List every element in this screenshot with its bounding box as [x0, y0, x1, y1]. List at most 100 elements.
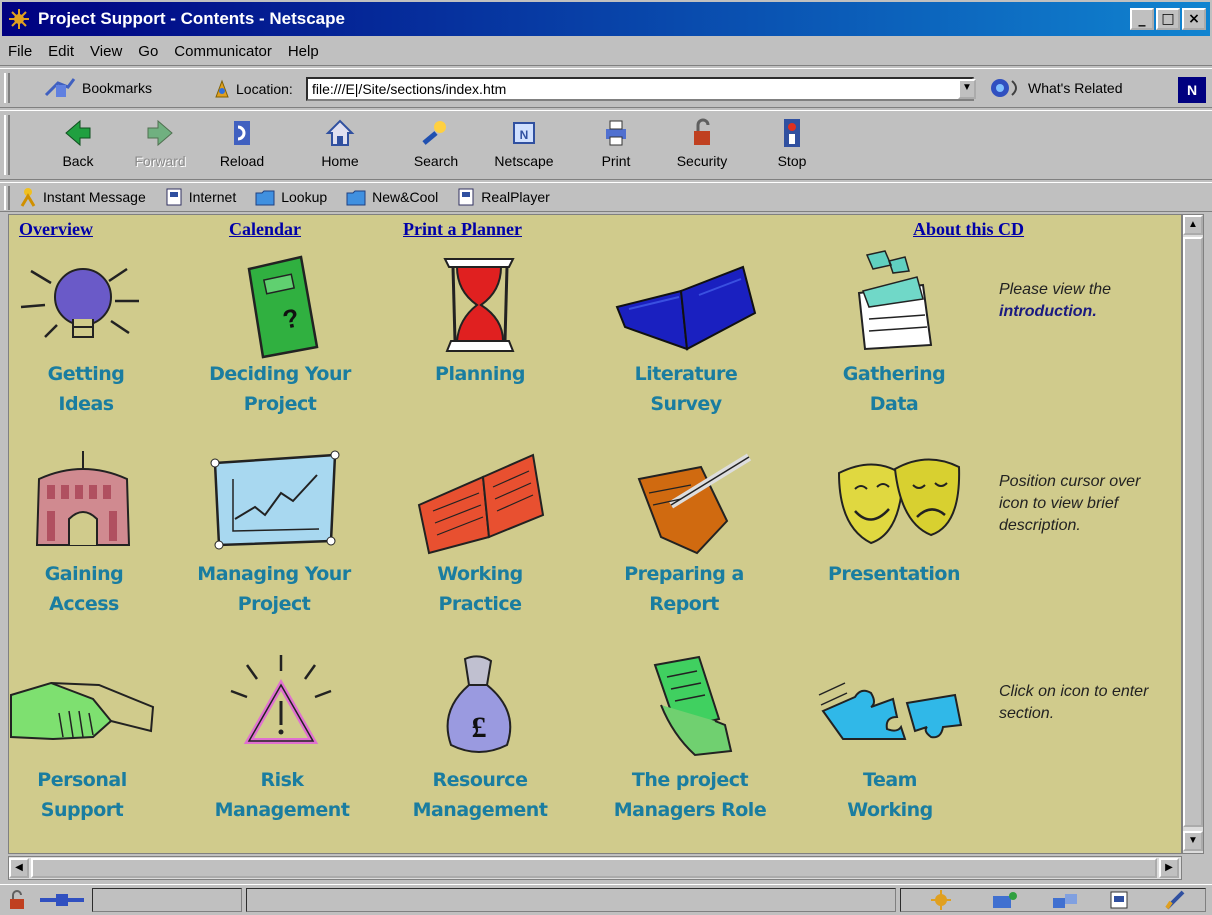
print-planner-link[interactable]: Print a Planner — [403, 219, 522, 240]
hand-with-document-icon — [653, 655, 733, 757]
section-gathering-data[interactable]: Gathering Data — [799, 249, 989, 419]
print-button[interactable]: Print — [578, 117, 654, 177]
section-gaining-access[interactable]: Gaining Access — [9, 449, 179, 619]
status-text-cell — [246, 888, 896, 912]
netscape-icon — [9, 9, 29, 29]
internet-bookmark[interactable]: Internet — [164, 187, 236, 207]
section-label: Working — [437, 563, 523, 585]
toolbar-grip[interactable] — [4, 115, 10, 175]
section-personal-support[interactable]: Personal Support — [9, 655, 177, 825]
mail-icon[interactable] — [991, 890, 1019, 910]
padlock-icon — [694, 118, 710, 145]
menu-go[interactable]: Go — [138, 43, 158, 60]
bookmarks-button[interactable]: Bookmarks — [44, 77, 152, 99]
menu-view[interactable]: View — [90, 43, 122, 60]
section-label: Literature — [634, 363, 738, 385]
reload-button[interactable]: Reload — [204, 117, 280, 177]
calendar-link[interactable]: Calendar — [229, 219, 301, 240]
section-literature-survey[interactable]: Literature Survey — [591, 249, 781, 419]
overview-link[interactable]: Overview — [19, 219, 93, 240]
section-working-practice[interactable]: Working Practice — [385, 449, 575, 619]
scroll-left-button[interactable]: ◀ — [9, 858, 29, 878]
personal-toolbar: Instant Message Internet Lookup New&Cool… — [0, 182, 1212, 212]
back-arrow-icon — [65, 119, 91, 147]
url-input[interactable] — [306, 77, 974, 101]
section-preparing-report[interactable]: Preparing a Report — [589, 449, 779, 619]
toolbar-grip[interactable] — [4, 73, 10, 103]
security-lock-icon[interactable] — [6, 890, 30, 910]
section-resource-management[interactable]: £ Resource Management — [385, 655, 575, 825]
section-deciding-your-project[interactable]: ? Deciding Your Project — [185, 249, 375, 419]
section-label: Data — [869, 393, 919, 415]
navigator-icon[interactable] — [929, 890, 953, 910]
section-label: Gaining — [44, 563, 124, 585]
handshake-icon — [10, 681, 155, 741]
horizontal-scroll-thumb[interactable] — [31, 858, 1157, 878]
browser-window: Project Support - Contents - Netscape _ … — [0, 0, 1212, 915]
theatre-masks-icon — [837, 458, 961, 545]
section-team-working[interactable]: Team Working — [795, 655, 985, 825]
section-project-managers-role[interactable]: The project Managers Role — [595, 655, 785, 825]
menu-help[interactable]: Help — [288, 43, 319, 60]
introduction-link[interactable]: introduction. — [999, 303, 1097, 320]
navigation-toolbar: Back Forward Reload Home Search N Netsca… — [0, 110, 1212, 180]
minimize-button[interactable]: _ — [1130, 8, 1154, 30]
close-button[interactable]: × — [1182, 8, 1206, 30]
lightbulb-icon — [20, 267, 139, 338]
reload-icon — [234, 121, 250, 145]
menu-edit[interactable]: Edit — [48, 43, 74, 60]
scroll-right-button[interactable]: ▶ — [1159, 858, 1179, 878]
folder-icon — [255, 190, 275, 206]
question-book-icon: ? — [247, 255, 319, 359]
horizontal-scrollbar[interactable]: ◀ ▶ — [8, 856, 1182, 880]
section-label: Planning — [435, 363, 525, 385]
stop-button[interactable]: Stop — [754, 117, 830, 177]
menu-file[interactable]: File — [8, 43, 32, 60]
netscape-n-icon: N — [513, 122, 535, 144]
menu-communicator[interactable]: Communicator — [174, 43, 272, 60]
about-cd-link[interactable]: About this CD — [913, 219, 1024, 240]
netscape-logo[interactable]: N — [1178, 77, 1206, 103]
pen-paper-icon — [637, 453, 752, 555]
address-book-icon[interactable] — [1107, 890, 1131, 910]
bookmark-page-icon — [458, 188, 474, 206]
section-planning[interactable]: Planning — [385, 249, 575, 389]
section-label: Managers Role — [613, 799, 767, 821]
newcool-folder[interactable]: New&Cool — [345, 187, 438, 207]
scroll-up-button[interactable]: ▲ — [1183, 215, 1203, 235]
search-button[interactable]: Search — [398, 117, 474, 177]
netscape-button[interactable]: N Netscape — [486, 117, 562, 177]
newsgroups-icon[interactable] — [1051, 890, 1079, 910]
forward-button[interactable]: Forward — [122, 117, 198, 177]
composer-icon[interactable] — [1163, 890, 1189, 910]
location-label: Location: — [212, 79, 293, 99]
toolbar-grip[interactable] — [4, 186, 10, 210]
stop-icon — [784, 119, 800, 147]
home-button[interactable]: Home — [302, 117, 378, 177]
intro-note: Please view the introduction. — [999, 281, 1112, 320]
vertical-scrollbar[interactable]: ▲ ▼ — [1182, 214, 1204, 854]
back-button[interactable]: Back — [40, 117, 116, 177]
section-label: Team — [863, 769, 917, 791]
security-button[interactable]: Security — [664, 117, 740, 177]
whats-related-button[interactable]: What's Related — [990, 77, 1123, 99]
warning-triangle-icon — [230, 655, 332, 744]
scroll-down-button[interactable]: ▼ — [1183, 831, 1203, 851]
vertical-scroll-thumb[interactable] — [1183, 237, 1203, 827]
lookup-folder[interactable]: Lookup — [254, 187, 327, 207]
section-presentation[interactable]: Presentation — [799, 449, 989, 589]
folder-icon — [346, 190, 366, 206]
section-managing-your-project[interactable]: Managing Your Project — [179, 449, 369, 619]
section-getting-ideas[interactable]: Getting Ideas — [9, 249, 181, 419]
section-label: Report — [649, 593, 719, 615]
url-dropdown-button[interactable]: ▼ — [958, 79, 976, 99]
realplayer-bookmark[interactable]: RealPlayer — [456, 187, 550, 207]
section-label: Managing Your — [197, 563, 351, 585]
section-label: Resource — [432, 769, 528, 791]
page-content: Overview Calendar Print a Planner About … — [8, 214, 1182, 854]
instant-message-button[interactable]: Instant Message — [18, 187, 146, 207]
maximize-button[interactable]: □ — [1156, 8, 1180, 30]
page-proxy-icon[interactable] — [212, 79, 232, 99]
section-risk-management[interactable]: Risk Management — [187, 655, 377, 825]
forward-arrow-icon — [147, 119, 173, 147]
